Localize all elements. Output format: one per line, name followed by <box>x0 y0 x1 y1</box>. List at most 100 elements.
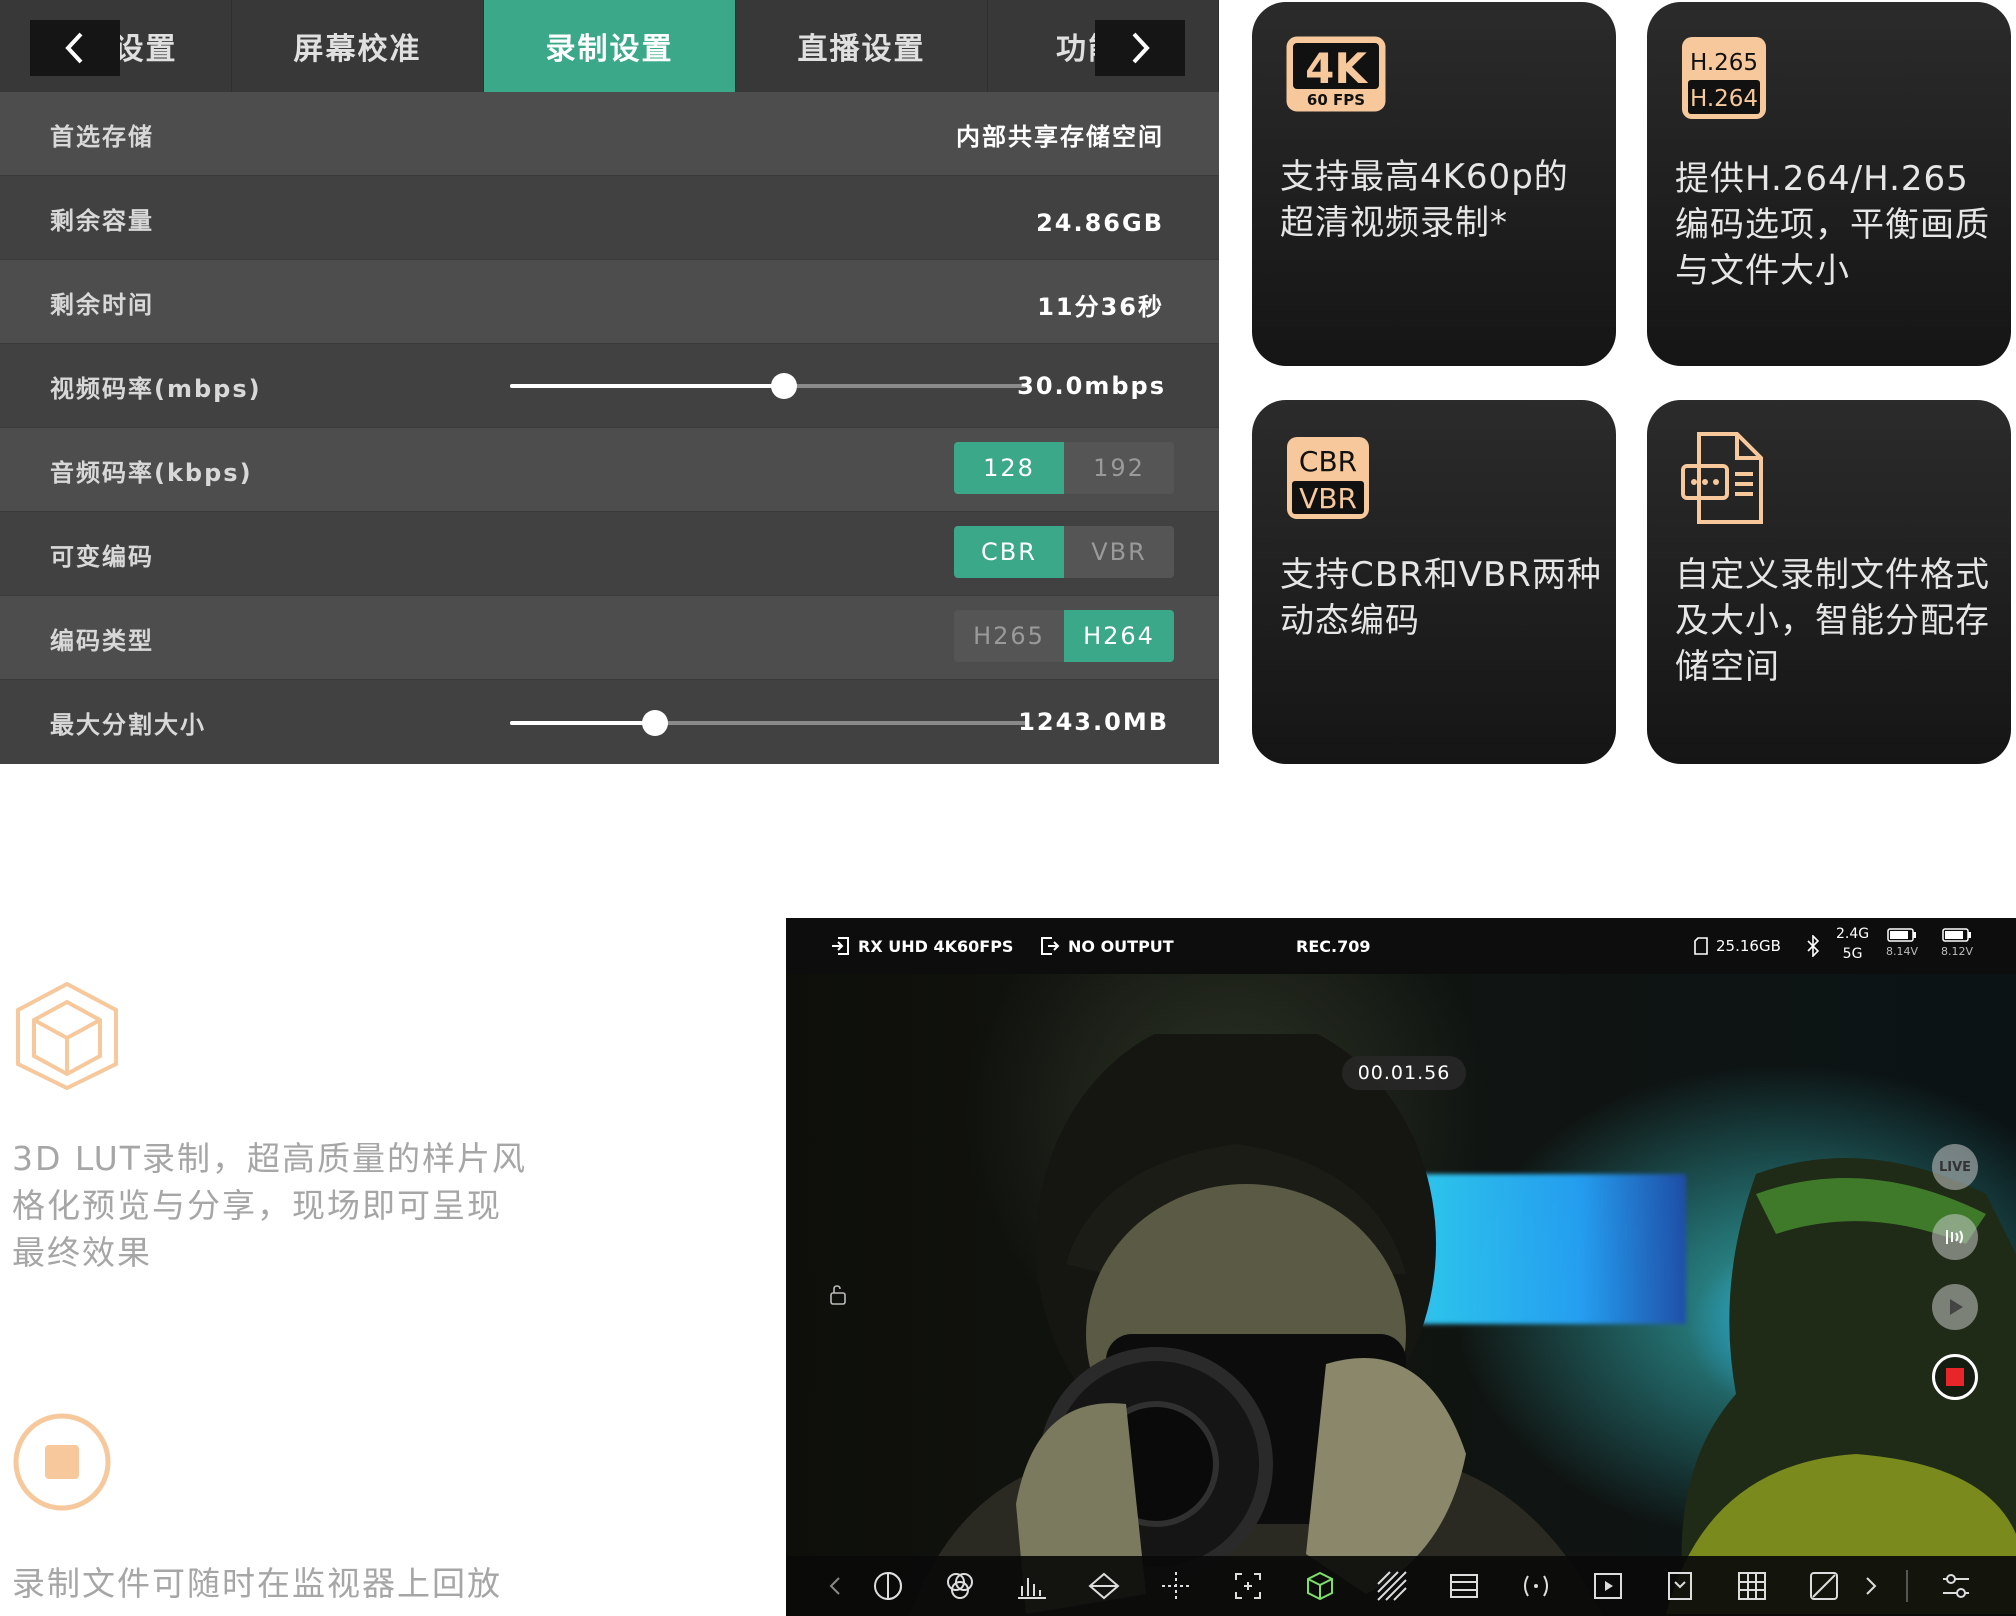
max-split-size-slider-fill <box>510 721 655 725</box>
video-bitrate-label: 视频码率(mbps) <box>50 374 262 403</box>
rgb-parade-icon[interactable] <box>944 1570 976 1602</box>
audio-bitrate-128-option[interactable]: 128 <box>954 442 1064 494</box>
chevron-left-icon <box>65 32 83 64</box>
variable-encoding-label: 可变编码 <box>50 542 154 571</box>
unlock-icon[interactable] <box>828 1284 850 1306</box>
input-status-text: RX UHD 4K60FPS <box>858 936 1014 956</box>
svg-text:H.265: H.265 <box>1690 50 1758 76</box>
remaining-time-value: 11分36秒 <box>1037 292 1164 321</box>
battery-icon <box>1887 928 1917 942</box>
tab-scroll-left-button[interactable] <box>30 20 120 76</box>
feature-card-text: 支持CBR和VBR两种动态编码 <box>1280 555 1602 641</box>
battery-2-status: 8.12V <box>1941 928 1973 958</box>
feature-card-file-format: 自定义录制文件格式及大小，智能分配存储空间 <box>1647 400 2011 764</box>
toolbar-scroll-right-icon[interactable] <box>1864 1570 1878 1602</box>
tab-live-settings[interactable]: 直播设置 <box>736 0 988 92</box>
audio-wave-button[interactable] <box>1932 1214 1978 1260</box>
tab-screen-calibration[interactable]: 屏幕校准 <box>232 0 484 92</box>
battery-2-voltage: 8.12V <box>1941 945 1974 958</box>
3d-lut-cube-icon <box>12 980 122 1096</box>
video-bitrate-value: 30.0mbps <box>1017 372 1166 400</box>
max-split-size-slider-thumb[interactable] <box>641 710 668 736</box>
remaining-capacity-row: 剩余容量 24.86GB <box>0 176 1219 260</box>
preferred-storage-row[interactable]: 首选存储 内部共享存储空间 <box>0 92 1219 176</box>
file-settings-icon <box>1679 430 1765 530</box>
video-bitrate-slider-thumb[interactable] <box>771 373 797 399</box>
audio-bitrate-selector: 128 192 <box>954 442 1174 494</box>
cbr-option[interactable]: CBR <box>954 526 1064 578</box>
battery-1-voltage: 8.14V <box>1886 945 1919 958</box>
svg-text:60 FPS: 60 FPS <box>1307 91 1365 109</box>
settings-tab-bar: 设置 屏幕校准 录制设置 直播设置 功能 <box>0 0 1219 92</box>
feature-card-codec: H.265 H.264 提供H.264/H.265编码选项，平衡画质与文件大小 <box>1647 2 2011 366</box>
tab-recording-settings[interactable]: 录制设置 <box>484 0 736 92</box>
record-button[interactable] <box>1932 1354 1978 1400</box>
camera-feed-image: 00.01.56 LIVE <box>786 974 2016 1616</box>
audio-meter-icon[interactable] <box>1520 1570 1552 1602</box>
storage-status: 25.16GB <box>1694 918 1781 974</box>
max-split-size-value: 1243.0MB <box>1018 708 1169 736</box>
svg-text:4K: 4K <box>1305 44 1368 93</box>
variable-encoding-row: 可变编码 CBR VBR <box>0 512 1219 596</box>
vbr-option[interactable]: VBR <box>1064 526 1174 578</box>
monitor-toolbar <box>786 1556 2016 1616</box>
battery-icon <box>1942 928 1972 942</box>
live-button[interactable]: LIVE <box>1932 1144 1978 1190</box>
wifi-band-24g: 2.4G <box>1836 926 1870 942</box>
playback-list-icon[interactable] <box>1592 1570 1624 1602</box>
input-icon <box>832 937 849 955</box>
feature-card-cbr-vbr: CBR VBR 支持CBR和VBR两种动态编码 <box>1252 400 1616 764</box>
chevron-right-icon <box>1132 32 1150 64</box>
toolbar-scroll-left-icon[interactable] <box>828 1570 842 1602</box>
variable-encoding-selector: CBR VBR <box>954 526 1174 578</box>
exposure-icon[interactable] <box>1808 1570 1840 1602</box>
h265-h264-icon: H.265 H.264 <box>1679 34 1769 126</box>
audio-bitrate-label: 音频码率(kbps) <box>50 458 253 487</box>
svg-text:VBR: VBR <box>1299 482 1357 515</box>
zebra-icon[interactable] <box>1376 1570 1408 1602</box>
recording-settings-panel: 设置 屏幕校准 录制设置 直播设置 功能 首选存储 内部共享存储空间 剩余容量 … <box>0 0 1219 764</box>
monitor-status-bar: RX UHD 4K60FPS NO OUTPUT REC.709 25.16GB… <box>786 918 2016 974</box>
center-marker-icon[interactable] <box>1232 1570 1264 1602</box>
remaining-time-row: 剩余时间 11分36秒 <box>0 260 1219 344</box>
playback-button[interactable] <box>1932 1284 1978 1330</box>
tab-scroll-right-button[interactable] <box>1095 20 1185 76</box>
vectorscope-icon[interactable] <box>1088 1570 1120 1602</box>
monitor-preview: RX UHD 4K60FPS NO OUTPUT REC.709 25.16GB… <box>786 918 2016 1616</box>
video-bitrate-slider[interactable] <box>510 373 1027 399</box>
settings-sliders-icon[interactable] <box>1940 1570 1972 1602</box>
wifi-band-5g: 5G <box>1842 946 1863 962</box>
max-split-size-slider[interactable] <box>510 710 1027 736</box>
preferred-storage-value: 内部共享存储空间 <box>956 122 1164 151</box>
feature-card-text: 提供H.264/H.265编码选项，平衡画质与文件大小 <box>1675 159 1990 291</box>
3d-lut-description: 3D LUT录制，超高质量的样片风格化预览与分享，现场即可呈现最终效果 <box>12 1139 527 1272</box>
input-status: RX UHD 4K60FPS <box>830 918 1013 974</box>
video-bitrate-slider-fill <box>510 384 784 388</box>
remaining-time-label: 剩余时间 <box>50 290 154 319</box>
preferred-storage-label: 首选存储 <box>50 122 154 151</box>
record-stop-square-icon <box>1946 1368 1964 1386</box>
max-split-size-label: 最大分割大小 <box>50 710 206 739</box>
audio-bitrate-192-option[interactable]: 192 <box>1064 442 1174 494</box>
output-status: NO OUTPUT <box>1040 918 1174 974</box>
record-stop-icon <box>12 1412 112 1516</box>
photographer-figure <box>909 1034 1603 1616</box>
svg-text:H.264: H.264 <box>1690 86 1758 112</box>
4k-60fps-icon: 4K 60 FPS <box>1284 34 1388 118</box>
remaining-capacity-label: 剩余容量 <box>50 206 154 235</box>
grid-icon[interactable] <box>1736 1570 1768 1602</box>
3d-lut-icon[interactable] <box>1304 1570 1336 1602</box>
toolbar-divider <box>1906 1570 1908 1602</box>
tab-label: 屏幕校准 <box>293 32 422 67</box>
tab-label: 录制设置 <box>545 32 674 67</box>
focus-peaking-icon[interactable] <box>1160 1570 1192 1602</box>
h265-option[interactable]: H265 <box>954 610 1064 662</box>
anamorphic-desqueeze-icon[interactable] <box>1664 1570 1696 1602</box>
false-color-icon[interactable] <box>872 1570 904 1602</box>
histogram-icon[interactable] <box>1016 1570 1048 1602</box>
frame-guide-icon[interactable] <box>1448 1570 1480 1602</box>
codec-type-label: 编码类型 <box>50 626 154 655</box>
storage-remaining-text: 25.16GB <box>1716 937 1781 955</box>
h264-option[interactable]: H264 <box>1064 610 1174 662</box>
battery-1-status: 8.14V <box>1886 928 1918 958</box>
